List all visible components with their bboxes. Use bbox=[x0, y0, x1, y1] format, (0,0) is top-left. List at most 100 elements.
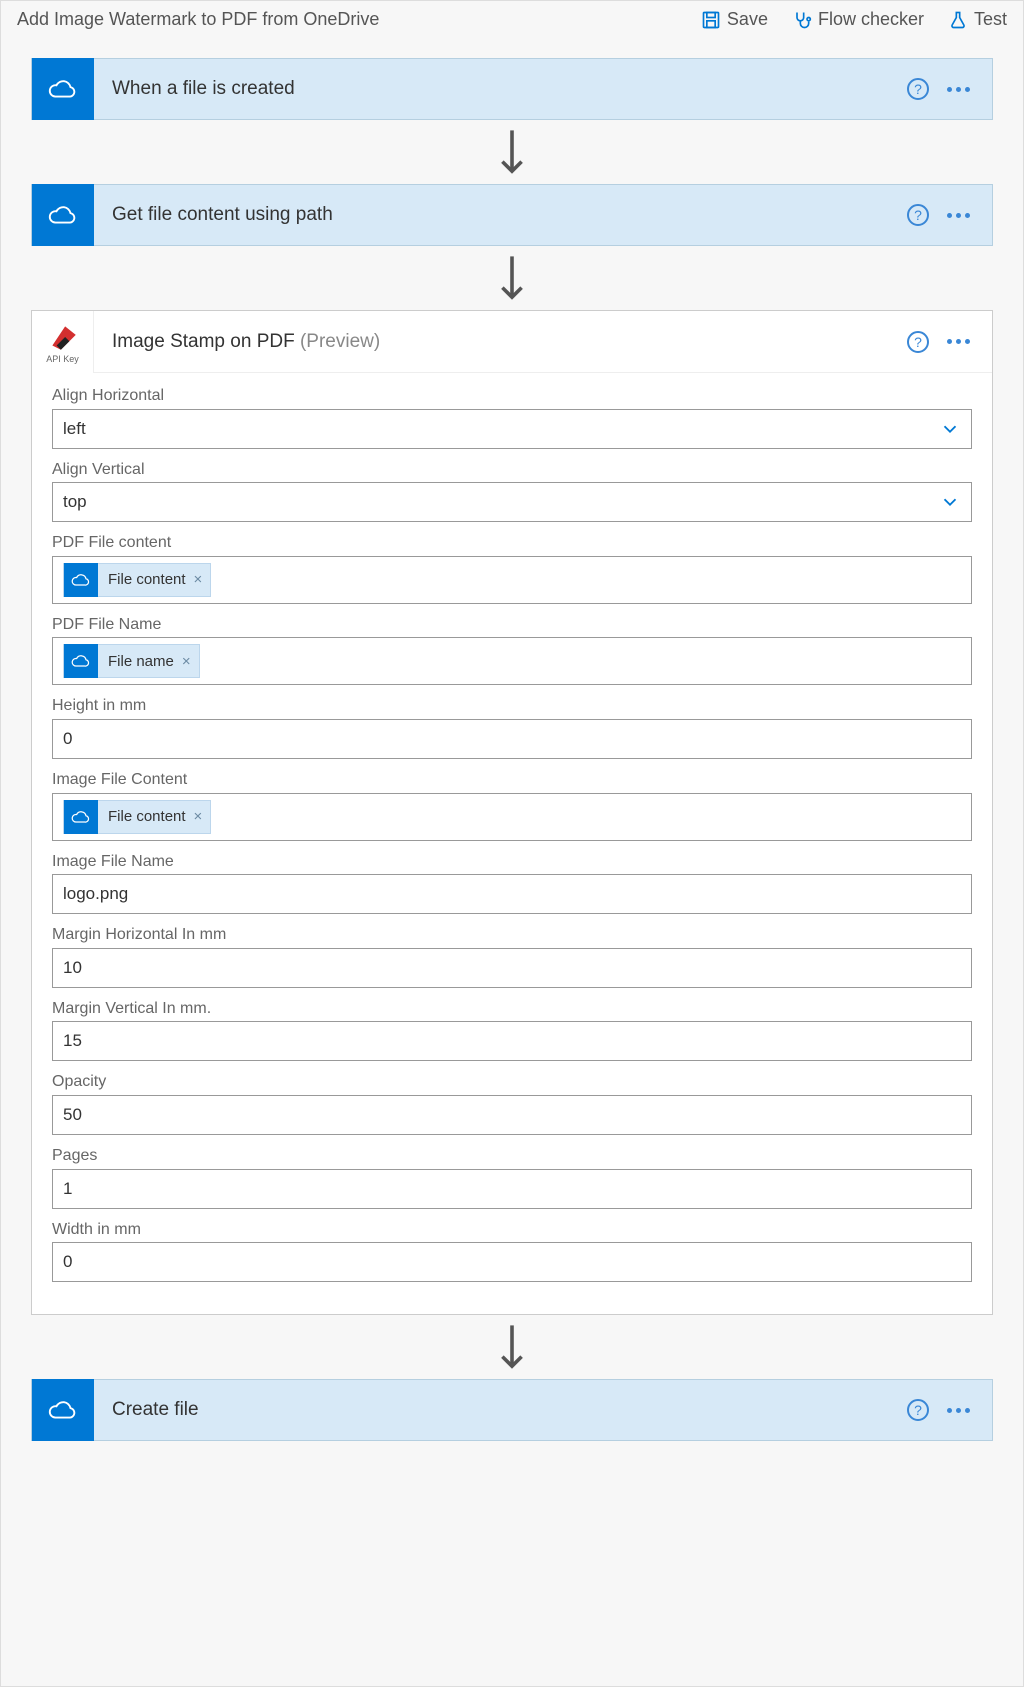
field-align-horizontal: Align Horizontal left bbox=[52, 387, 972, 449]
topbar-actions: Save Flow checker Test bbox=[701, 9, 1007, 30]
onedrive-icon bbox=[32, 1379, 94, 1441]
field-label: Margin Horizontal In mm bbox=[52, 926, 972, 944]
step-image-stamp-card: API Key Image Stamp on PDF (Preview) ? A… bbox=[31, 310, 993, 1315]
form-body: Align Horizontal left Align Vertical top… bbox=[32, 373, 992, 1314]
arrow-connector bbox=[31, 120, 993, 184]
step-image-stamp-header[interactable]: API Key Image Stamp on PDF (Preview) ? bbox=[32, 311, 992, 373]
input-value: 0 bbox=[63, 1252, 72, 1272]
onedrive-icon bbox=[32, 58, 94, 120]
select-value: top bbox=[63, 492, 87, 512]
topbar: Add Image Watermark to PDF from OneDrive… bbox=[1, 1, 1023, 38]
onedrive-icon bbox=[32, 184, 94, 246]
onedrive-icon bbox=[64, 800, 98, 834]
step-actions: ? bbox=[907, 1399, 992, 1421]
save-icon bbox=[701, 10, 721, 30]
save-label: Save bbox=[727, 9, 768, 30]
chip-label: File content bbox=[108, 808, 186, 825]
pages-input[interactable]: 1 bbox=[52, 1169, 972, 1209]
step-actions: ? bbox=[907, 331, 992, 353]
remove-token-icon[interactable]: × bbox=[194, 808, 203, 825]
input-value: 10 bbox=[63, 958, 82, 978]
field-align-vertical: Align Vertical top bbox=[52, 461, 972, 523]
flow-checker-button[interactable]: Flow checker bbox=[792, 9, 924, 30]
margin-horizontal-input[interactable]: 10 bbox=[52, 948, 972, 988]
step-title: Get file content using path bbox=[94, 204, 907, 226]
step-trigger-file-created[interactable]: When a file is created ? bbox=[31, 58, 993, 120]
field-label: Opacity bbox=[52, 1073, 972, 1091]
image-content-input[interactable]: File content × bbox=[52, 793, 972, 841]
input-value: 50 bbox=[63, 1105, 82, 1125]
field-opacity: Opacity 50 bbox=[52, 1073, 972, 1135]
help-icon[interactable]: ? bbox=[907, 204, 929, 226]
field-pages: Pages 1 bbox=[52, 1147, 972, 1209]
step-get-file-content[interactable]: Get file content using path ? bbox=[31, 184, 993, 246]
help-icon[interactable]: ? bbox=[907, 331, 929, 353]
flow-designer-canvas: Add Image Watermark to PDF from OneDrive… bbox=[0, 0, 1024, 1687]
remove-token-icon[interactable]: × bbox=[182, 653, 191, 670]
step-actions: ? bbox=[907, 78, 992, 100]
token-file-name[interactable]: File name × bbox=[63, 644, 200, 678]
chevron-down-icon bbox=[939, 491, 961, 513]
height-input[interactable]: 0 bbox=[52, 719, 972, 759]
more-menu[interactable] bbox=[947, 87, 970, 92]
api-key-icon: API Key bbox=[32, 311, 94, 373]
field-label: Margin Vertical In mm. bbox=[52, 1000, 972, 1018]
onedrive-icon bbox=[64, 644, 98, 678]
pdf-name-input[interactable]: File name × bbox=[52, 637, 972, 685]
field-label: Pages bbox=[52, 1147, 972, 1165]
more-menu[interactable] bbox=[947, 213, 970, 218]
field-width: Width in mm 0 bbox=[52, 1221, 972, 1283]
pdf-content-input[interactable]: File content × bbox=[52, 556, 972, 604]
field-pdf-content: PDF File content File content × bbox=[52, 534, 972, 604]
arrow-connector bbox=[31, 246, 993, 310]
remove-token-icon[interactable]: × bbox=[194, 571, 203, 588]
field-image-name: Image File Name logo.png bbox=[52, 853, 972, 915]
field-label: Align Horizontal bbox=[52, 387, 972, 405]
opacity-input[interactable]: 50 bbox=[52, 1095, 972, 1135]
select-value: left bbox=[63, 419, 86, 439]
field-margin-horizontal: Margin Horizontal In mm 10 bbox=[52, 926, 972, 988]
step-create-file[interactable]: Create file ? bbox=[31, 1379, 993, 1441]
field-label: PDF File content bbox=[52, 534, 972, 552]
help-icon[interactable]: ? bbox=[907, 78, 929, 100]
image-name-input[interactable]: logo.png bbox=[52, 874, 972, 914]
flask-icon bbox=[948, 10, 968, 30]
token-file-content[interactable]: File content × bbox=[63, 800, 211, 834]
align-horizontal-select[interactable]: left bbox=[52, 409, 972, 449]
onedrive-icon bbox=[64, 563, 98, 597]
step-title: When a file is created bbox=[94, 78, 907, 100]
field-label: PDF File Name bbox=[52, 616, 972, 634]
input-value: 15 bbox=[63, 1031, 82, 1051]
field-label: Height in mm bbox=[52, 697, 972, 715]
step-title: Create file bbox=[94, 1399, 907, 1421]
field-label: Image File Content bbox=[52, 771, 972, 789]
token-file-content[interactable]: File content × bbox=[63, 563, 211, 597]
test-label: Test bbox=[974, 9, 1007, 30]
stethoscope-icon bbox=[792, 10, 812, 30]
help-icon[interactable]: ? bbox=[907, 1399, 929, 1421]
step-title: Image Stamp on PDF (Preview) bbox=[94, 331, 907, 353]
input-value: logo.png bbox=[63, 884, 128, 904]
input-value: 0 bbox=[63, 729, 72, 749]
api-key-label: API Key bbox=[46, 354, 79, 364]
more-menu[interactable] bbox=[947, 339, 970, 344]
flow-title: Add Image Watermark to PDF from OneDrive bbox=[17, 9, 379, 30]
field-margin-vertical: Margin Vertical In mm. 15 bbox=[52, 1000, 972, 1062]
save-button[interactable]: Save bbox=[701, 9, 768, 30]
field-label: Image File Name bbox=[52, 853, 972, 871]
chevron-down-icon bbox=[939, 418, 961, 440]
field-pdf-name: PDF File Name File name × bbox=[52, 616, 972, 686]
flow-checker-label: Flow checker bbox=[818, 9, 924, 30]
field-label: Align Vertical bbox=[52, 461, 972, 479]
field-image-content: Image File Content File content × bbox=[52, 771, 972, 841]
field-label: Width in mm bbox=[52, 1221, 972, 1239]
flow-area: When a file is created ? Get file conten… bbox=[1, 38, 1023, 1441]
align-vertical-select[interactable]: top bbox=[52, 482, 972, 522]
more-menu[interactable] bbox=[947, 1408, 970, 1413]
margin-vertical-input[interactable]: 15 bbox=[52, 1021, 972, 1061]
test-button[interactable]: Test bbox=[948, 9, 1007, 30]
width-input[interactable]: 0 bbox=[52, 1242, 972, 1282]
chip-label: File content bbox=[108, 571, 186, 588]
step-actions: ? bbox=[907, 204, 992, 226]
input-value: 1 bbox=[63, 1179, 72, 1199]
